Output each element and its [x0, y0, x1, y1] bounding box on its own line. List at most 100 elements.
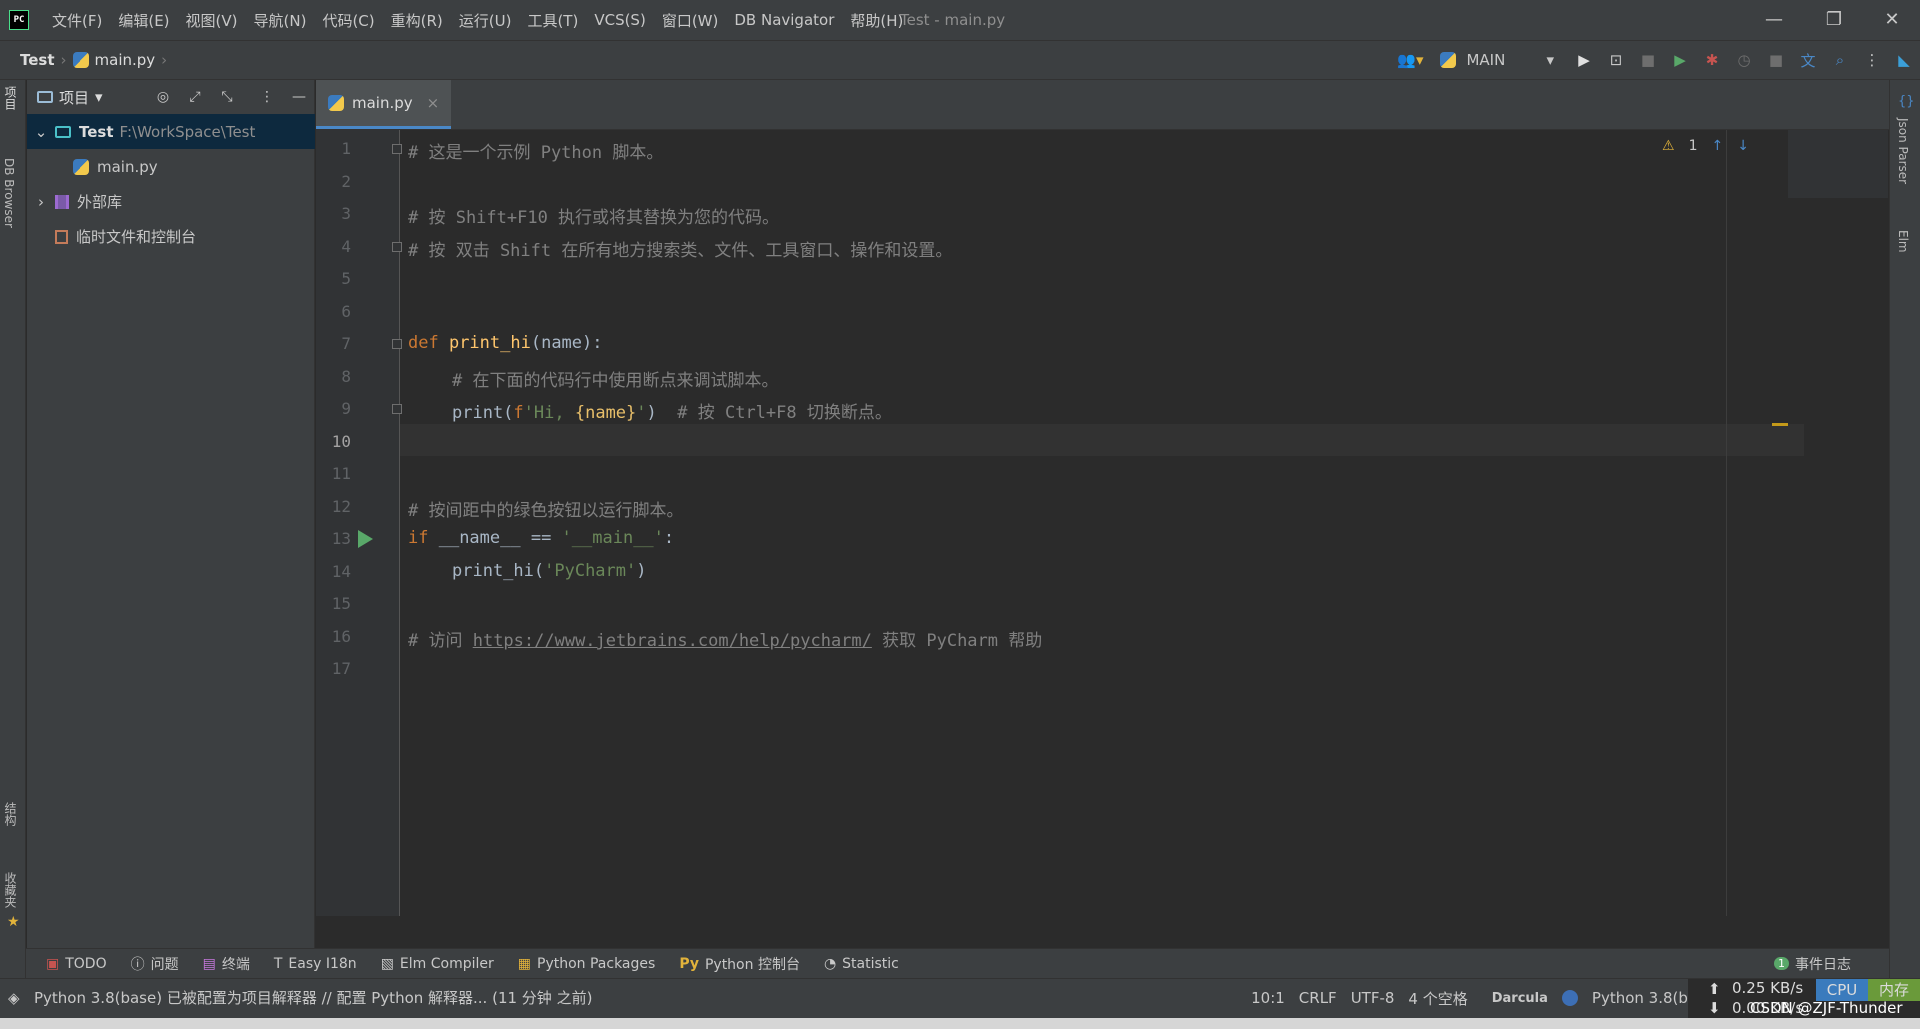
layers-icon[interactable]: ◈	[8, 989, 20, 1007]
download-arrow-icon: ⬇	[1708, 999, 1721, 1017]
db-browser-tool-tab[interactable]: DB Browser	[2, 158, 16, 228]
tool-problems[interactable]: ⓘ 问题	[119, 954, 191, 974]
tree-label: 外部库	[77, 193, 123, 211]
warning-stripe-marker[interactable]	[1772, 423, 1788, 426]
tree-row-project-root[interactable]: ⌄ Test F:\WorkSpace\Test	[27, 114, 315, 149]
library-icon	[55, 194, 69, 209]
menu-view[interactable]: 视图(V)	[178, 10, 246, 31]
elm-tool-tab[interactable]: Elm	[1896, 230, 1910, 253]
arrow-down-icon[interactable]: ↓	[1737, 138, 1749, 154]
stop-icon[interactable]: ■	[1632, 41, 1664, 79]
fold-marker-icon[interactable]	[392, 242, 402, 252]
menu-window[interactable]: 窗口(W)	[654, 10, 727, 31]
menu-file[interactable]: 文件(F)	[44, 10, 110, 31]
tool-python-packages[interactable]: ▦ Python Packages	[506, 956, 668, 972]
run-config-name: MAIN	[1466, 51, 1506, 69]
run-icon[interactable]: ▶	[1664, 41, 1696, 79]
chevron-right-icon: ›	[60, 51, 67, 69]
fold-marker-icon[interactable]	[392, 144, 402, 154]
restore-icon[interactable]: ❐	[1806, 0, 1862, 40]
profile-icon[interactable]: ◷	[1728, 41, 1760, 79]
json-icon: {}	[1898, 94, 1915, 109]
tool-statistic[interactable]: ◔ Statistic	[812, 956, 911, 972]
more-icon[interactable]: ⋮	[1856, 41, 1888, 79]
translate-icon[interactable]: 文	[1792, 41, 1824, 79]
chevron-right-icon: ›	[38, 192, 44, 211]
menu-db-navigator[interactable]: DB Navigator	[726, 11, 842, 29]
memory-meter: 内存	[1868, 979, 1920, 1001]
line-number: 8	[341, 367, 351, 386]
fold-marker-icon[interactable]	[392, 404, 402, 414]
run-config-selector[interactable]: MAIN ▾	[1432, 51, 1568, 69]
indent-setting[interactable]: 4 个空格	[1408, 988, 1467, 1009]
python-file-icon	[328, 95, 344, 111]
minimize-icon[interactable]: —	[1746, 0, 1802, 40]
terminal-icon: ▤	[202, 955, 216, 972]
menu-navigate[interactable]: 导航(N)	[246, 10, 315, 31]
theme-name[interactable]: Darcula	[1492, 991, 1548, 1006]
tool-easy-i18n[interactable]: T Easy I18n	[262, 956, 369, 972]
locate-file-icon[interactable]: ◎	[147, 80, 179, 114]
close-window-icon[interactable]: ✕	[1864, 0, 1920, 40]
run-gutter-icon[interactable]	[358, 530, 373, 548]
menu-tools[interactable]: 工具(T)	[519, 10, 586, 31]
tab-main-py[interactable]: main.py ×	[316, 80, 452, 129]
tool-elm-compiler[interactable]: ▧ Elm Compiler	[369, 956, 506, 972]
code-minimap[interactable]	[1788, 130, 1888, 198]
tool-terminal[interactable]: ▤ 终端	[191, 954, 262, 974]
tool-event-log[interactable]: 1 事件日志	[1762, 954, 1863, 974]
collapse-all-icon[interactable]: ⤡	[211, 80, 243, 114]
menu-vcs[interactable]: VCS(S)	[586, 11, 653, 29]
code-line-14: print_hi('PyCharm')	[452, 561, 647, 581]
hide-panel-icon[interactable]: —	[283, 80, 315, 114]
options-icon[interactable]: ⋮	[251, 80, 283, 114]
tool-todo[interactable]: ▣ TODO	[34, 956, 119, 972]
tree-row-scratches[interactable]: 临时文件和控制台	[27, 219, 315, 254]
left-tool-strip: 项目 DB Browser 结构 收藏夹 ★	[0, 80, 26, 997]
project-view-selector[interactable]: 项目 ▾	[27, 87, 131, 108]
python-console-icon: Py	[679, 955, 699, 972]
breadcrumb-project[interactable]: Test	[20, 51, 55, 69]
status-message[interactable]: Python 3.8(base) 已被配置为项目解释器 // 配置 Python…	[34, 979, 592, 1017]
help-link[interactable]: https://www.jetbrains.com/help/pycharm/	[473, 631, 872, 651]
star-icon: ★	[7, 914, 20, 930]
code-line-16: # 访问 https://www.jetbrains.com/help/pych…	[408, 631, 1043, 651]
debug-icon[interactable]: ✱	[1696, 41, 1728, 79]
structure-tool-tab[interactable]: 结构	[2, 802, 19, 826]
search-icon[interactable]: ⌕	[1824, 41, 1856, 79]
plugin-icon[interactable]: ◣	[1888, 41, 1920, 79]
line-separator[interactable]: CRLF	[1299, 989, 1337, 1007]
fold-marker-icon[interactable]	[392, 339, 402, 349]
tree-row-external-libraries[interactable]: › 外部库	[27, 184, 315, 219]
project-tool-tab[interactable]: 项目	[2, 86, 19, 110]
code-line-1: # 这是一个示例 Python 脚本。	[408, 143, 664, 163]
warning-icon: ⚠	[1662, 138, 1675, 154]
arrow-up-icon[interactable]: ↑	[1712, 138, 1724, 154]
upload-speed: 0.25 KB/s	[1732, 979, 1804, 997]
menu-run[interactable]: 运行(U)	[451, 10, 520, 31]
favorites-tool-tab[interactable]: 收藏夹	[2, 872, 19, 908]
code-editor[interactable]: 1 2 3 4 5 6 7 8 9 10 11 12 13 14 15 16 1…	[316, 130, 1889, 916]
menu-code[interactable]: 代码(C)	[314, 10, 382, 31]
coverage-icon[interactable]: ⊡	[1600, 41, 1632, 79]
file-encoding[interactable]: UTF-8	[1351, 989, 1395, 1007]
window-title: Test - main.py	[900, 11, 1006, 29]
expand-all-icon[interactable]: ⤢	[179, 80, 211, 114]
title-bar: PC 文件(F) 编辑(E) 视图(V) 导航(N) 代码(C) 重构(R) 运…	[0, 0, 1920, 40]
code-line-9: print(f'Hi, {name}') # 按 Ctrl+F8 切换断点。	[452, 403, 892, 423]
caret-position[interactable]: 10:1	[1251, 989, 1285, 1007]
inspection-widget[interactable]: ⚠ 1 ↑ ↓	[1662, 138, 1749, 154]
close-tab-icon[interactable]: ×	[427, 94, 440, 112]
run-file-icon[interactable]: ▶	[1568, 41, 1600, 79]
line-number: 5	[341, 269, 351, 288]
vcs-users-icon[interactable]: 👥▾	[1388, 41, 1432, 79]
tool-python-console[interactable]: Py Python 控制台	[667, 954, 812, 974]
menu-refactor[interactable]: 重构(R)	[383, 10, 451, 31]
tab-label: main.py	[352, 94, 413, 112]
stop-all-icon[interactable]: ■	[1760, 41, 1792, 79]
tree-row-main-py[interactable]: main.py	[27, 149, 315, 184]
menu-edit[interactable]: 编辑(E)	[110, 10, 177, 31]
breadcrumb-file[interactable]: main.py	[95, 51, 156, 69]
json-parser-tool-tab[interactable]: Json Parser	[1896, 118, 1910, 184]
status-bar: ◈ Python 3.8(base) 已被配置为项目解释器 // 配置 Pyth…	[0, 978, 1920, 1019]
